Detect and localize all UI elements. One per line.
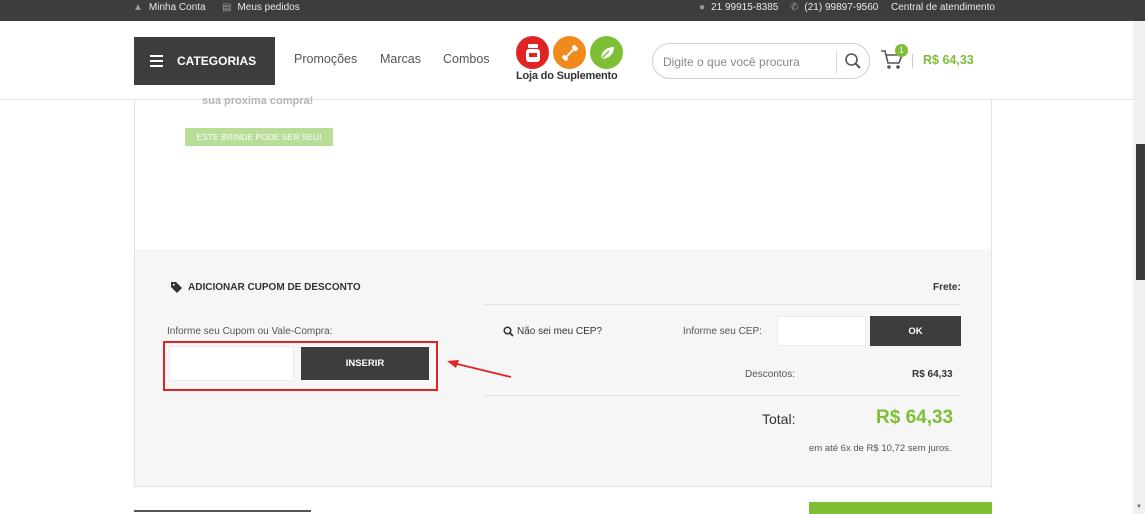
gift-tag: ESTE BRINDE PODE SER SEU!: [185, 128, 333, 146]
annotation-arrow: [447, 360, 512, 378]
store-logo[interactable]: Loja do Suplemento: [516, 36, 624, 86]
tag-icon: [171, 282, 182, 293]
search-icon[interactable]: [844, 52, 862, 70]
search-divider: [836, 50, 837, 74]
discount-value: R$ 64,33: [912, 369, 953, 380]
my-account-label: Minha Conta: [148, 2, 206, 13]
cep-input[interactable]: [777, 316, 866, 346]
insert-coupon-button[interactable]: INSERIR: [301, 347, 429, 380]
scrollbar-thumb[interactable]: [1136, 144, 1145, 280]
nav-combos[interactable]: Combos: [443, 52, 490, 66]
installments-text: em até 6x de R$ 10,72 sem juros.: [809, 443, 952, 454]
my-account-link[interactable]: ▲ Minha Conta: [133, 0, 206, 21]
scroll-down-arrow-icon[interactable]: ▼: [1136, 504, 1142, 510]
categories-label: CATEGORIAS: [177, 54, 257, 68]
cart-divider: [912, 54, 913, 68]
divider: [484, 304, 961, 305]
nav-promocoes[interactable]: Promoções: [294, 52, 357, 66]
document-icon: ▤: [222, 2, 232, 13]
whatsapp-contact[interactable]: ● 21 99915-8385: [699, 0, 778, 21]
total-value: R$ 64,33: [876, 407, 954, 428]
categories-button[interactable]: CATEGORIAS: [134, 37, 275, 85]
supplement-jar-icon: [516, 36, 549, 69]
cart-count-badge: 1: [895, 44, 908, 57]
gift-text: sua proxima compra!: [202, 95, 314, 107]
divider: [484, 395, 961, 396]
total-label: Total:: [762, 411, 796, 427]
hamburger-icon: [150, 55, 163, 67]
cep-ok-button[interactable]: OK: [870, 316, 961, 346]
coupon-label: Informe seu Cupom ou Vale-Compra:: [167, 326, 333, 337]
customer-service-link[interactable]: Central de atendimento: [891, 0, 995, 21]
unknown-cep-label: Não sei meu CEP?: [517, 326, 603, 337]
cep-label: Informe seu CEP:: [683, 326, 762, 337]
coupon-input[interactable]: [169, 346, 294, 381]
checkout-button[interactable]: [809, 502, 992, 514]
search-icon: [503, 326, 514, 337]
coupon-title: ADICIONAR CUPOM DE DESCONTO: [171, 282, 361, 293]
user-icon: ▲: [133, 2, 143, 13]
discount-label: Descontos:: [745, 369, 796, 380]
my-orders-label: Meus pedidos: [237, 2, 300, 13]
my-orders-link[interactable]: ▤ Meus pedidos: [222, 0, 300, 21]
phone-contact[interactable]: ✆ (21) 99897-9560: [790, 0, 878, 21]
whatsapp-number: 21 99915-8385: [711, 2, 779, 13]
phone-icon: ✆: [790, 2, 799, 13]
phone-number: (21) 99897-9560: [804, 2, 879, 13]
leaf-icon: [590, 36, 623, 69]
customer-service-label: Central de atendimento: [891, 2, 995, 13]
whatsapp-icon: ●: [699, 2, 706, 13]
footer-divider: [134, 510, 311, 512]
nav-marcas[interactable]: Marcas: [380, 52, 421, 66]
cart-summary-area: ADICIONAR CUPOM DE DESCONTO Informe seu …: [135, 249, 991, 486]
unknown-cep-link[interactable]: Não sei meu CEP?: [503, 326, 602, 337]
top-bar: ▲ Minha Conta ▤ Meus pedidos ● 21 99915-…: [0, 0, 1145, 21]
shipping-title: Frete:: [933, 282, 961, 293]
logo-text: Loja do Suplemento: [516, 70, 618, 82]
coupon-title-label: ADICIONAR CUPOM DE DESCONTO: [188, 282, 361, 293]
cart-total[interactable]: R$ 64,33: [923, 53, 974, 67]
search-input[interactable]: [663, 52, 833, 72]
search-box: [652, 43, 870, 79]
site-header: CATEGORIAS Promoções Marcas Combos Loja …: [0, 21, 1133, 100]
dumbbell-icon: [553, 36, 586, 69]
cart-panel: sua proxima compra! ESTE BRINDE PODE SER…: [134, 95, 992, 487]
